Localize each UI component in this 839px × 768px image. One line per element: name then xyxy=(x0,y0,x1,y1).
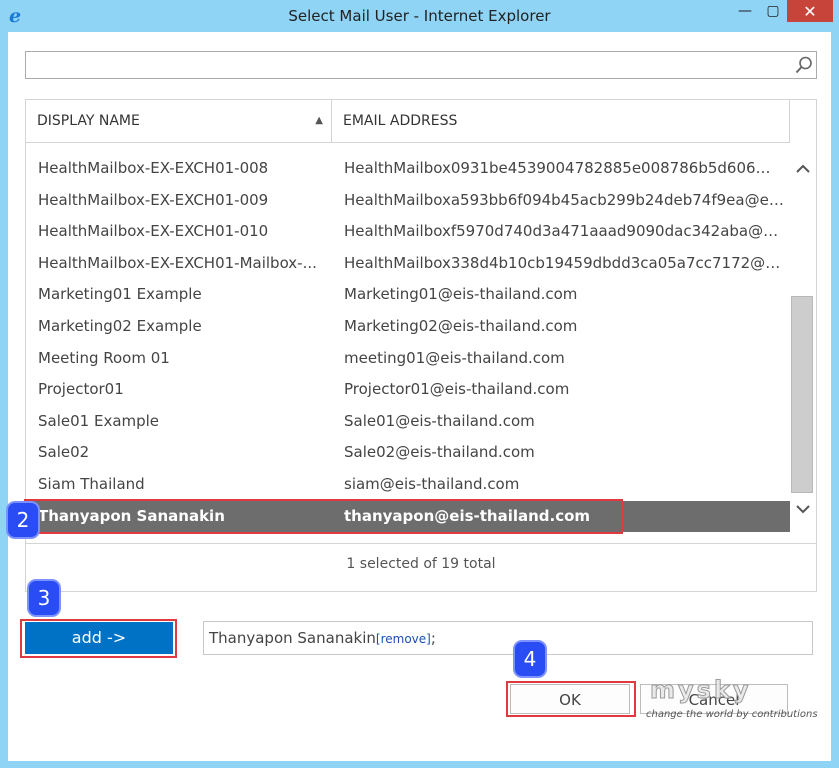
display-name-cell: Meeting Room 01 xyxy=(38,348,170,367)
scroll-down-icon[interactable] xyxy=(793,499,813,519)
grid-footer-divider xyxy=(26,543,816,544)
display-name-cell: Marketing02 Example xyxy=(38,317,202,335)
table-row[interactable]: Marketing01 Example Marketing01@eis-thail… xyxy=(26,279,790,310)
highlight-selected-row xyxy=(24,499,623,534)
step-badge: 3 xyxy=(29,581,59,615)
search-icon[interactable] xyxy=(794,55,814,75)
window-title: Select Mail User - Internet Explorer xyxy=(288,7,551,25)
selected-user-name: Thanyapon Sananakin xyxy=(209,629,376,647)
email-address-cell: siam@eis-thailand.com xyxy=(344,475,520,493)
table-row[interactable]: Sale01 Example Sale01@eis-thailand.com xyxy=(26,406,790,437)
display-name-cell: HealthMailbox-EX-EXCH01-008 xyxy=(38,159,269,177)
display-name-cell: HealthMailbox-EX-EXCH01-Mailbox-... xyxy=(38,253,317,272)
email-address-cell: Sale02@eis-thailand.com xyxy=(344,443,535,462)
separator: ; xyxy=(430,629,436,647)
step-badge: 4 xyxy=(515,642,545,676)
table-row[interactable]: Meeting Room 01 meeting01@eis-thailand.co… xyxy=(26,343,790,374)
table-row[interactable]: Projector01 Projector01@eis-thailand.com xyxy=(26,374,790,405)
email-address-cell: meeting01@eis-thailand.com xyxy=(344,348,565,367)
table-row[interactable]: HealthMailbox-EX-EXCH01-009 HealthMailbox… xyxy=(26,185,790,216)
close-button[interactable]: ✕ xyxy=(787,0,833,22)
minimize-icon: — xyxy=(738,3,752,19)
search-box[interactable] xyxy=(25,51,817,79)
column-header-label: DISPLAY NAME xyxy=(37,113,140,129)
display-name-cell: Sale02 xyxy=(38,443,90,462)
table-row[interactable]: Siam Thailand siam@eis-thailand.com xyxy=(26,469,790,500)
display-name-cell: Sale01 Example xyxy=(38,411,160,430)
email-address-cell: Projector01@eis-thailand.com xyxy=(344,380,570,399)
minimize-button[interactable]: — xyxy=(731,0,759,22)
remove-link[interactable]: [remove] xyxy=(376,632,431,646)
email-address-cell: HealthMailboxf5970d740d3a471aaad9090dac3… xyxy=(344,222,784,241)
sort-ascending-icon: ▲ xyxy=(315,115,323,126)
column-header-email-address[interactable]: EMAIL ADDRESS xyxy=(332,100,790,142)
display-name-cell: Siam Thailand xyxy=(38,475,145,493)
scrollbar-thumb[interactable] xyxy=(791,296,813,493)
email-address-cell: Sale01@eis-thailand.com xyxy=(344,411,535,430)
step-badge: 2 xyxy=(8,503,38,537)
watermark-tagline: change the world by contributions xyxy=(646,709,818,720)
title-bar: e Select Mail User - Internet Explorer —… xyxy=(0,0,839,32)
highlight-ok-button xyxy=(506,681,636,717)
maximize-button[interactable]: ▢ xyxy=(759,0,787,22)
watermark: mysky change the world by contributions xyxy=(646,676,818,726)
table-row[interactable]: Marketing02 Example Marketing02@eis-thail… xyxy=(26,311,790,342)
table-row[interactable]: HealthMailbox-EX-EXCH01-010 HealthMailbox… xyxy=(26,216,790,247)
highlight-add-button xyxy=(20,619,177,658)
selection-count: 1 selected of 19 total xyxy=(346,556,496,572)
scroll-up-icon[interactable] xyxy=(793,159,813,179)
column-header-label: EMAIL ADDRESS xyxy=(343,113,458,129)
table-row[interactable]: HealthMailbox-EX-EXCH01-008 HealthMailbox… xyxy=(26,153,790,184)
grid-header: DISPLAY NAME ▲ EMAIL ADDRESS xyxy=(26,100,790,143)
close-icon: ✕ xyxy=(803,1,817,21)
search-input[interactable] xyxy=(26,52,794,78)
selected-users-field[interactable]: Thanyapon Sananakin[remove]; xyxy=(203,621,813,655)
email-address-cell: Marketing02@eis-thailand.com xyxy=(344,317,578,335)
table-row[interactable]: Sale02 Sale02@eis-thailand.com xyxy=(26,437,790,468)
display-name-cell: Marketing01 Example xyxy=(38,285,202,304)
vertical-scrollbar[interactable] xyxy=(790,143,815,533)
email-address-cell: HealthMailbox338d4b10cb19459dbdd3ca05a7c… xyxy=(344,253,784,272)
email-address-cell: HealthMailboxa593bb6f094b45acb299b24deb7… xyxy=(344,190,784,209)
column-header-display-name[interactable]: DISPLAY NAME ▲ xyxy=(26,100,332,142)
maximize-icon: ▢ xyxy=(766,3,780,19)
watermark-logo: mysky xyxy=(650,676,752,705)
display-name-cell: HealthMailbox-EX-EXCH01-010 xyxy=(38,222,269,241)
display-name-cell: HealthMailbox-EX-EXCH01-009 xyxy=(38,190,269,209)
grid-rows: HealthMailbox-EX-EXCH01-008 HealthMailbox… xyxy=(26,143,790,543)
email-address-cell: HealthMailbox0931be4539004782885e008786b… xyxy=(344,159,784,177)
display-name-cell: Projector01 xyxy=(38,380,124,399)
email-address-cell: Marketing01@eis-thailand.com xyxy=(344,285,578,304)
table-row[interactable]: HealthMailbox-EX-EXCH01-Mailbox-... Healt… xyxy=(26,248,790,279)
